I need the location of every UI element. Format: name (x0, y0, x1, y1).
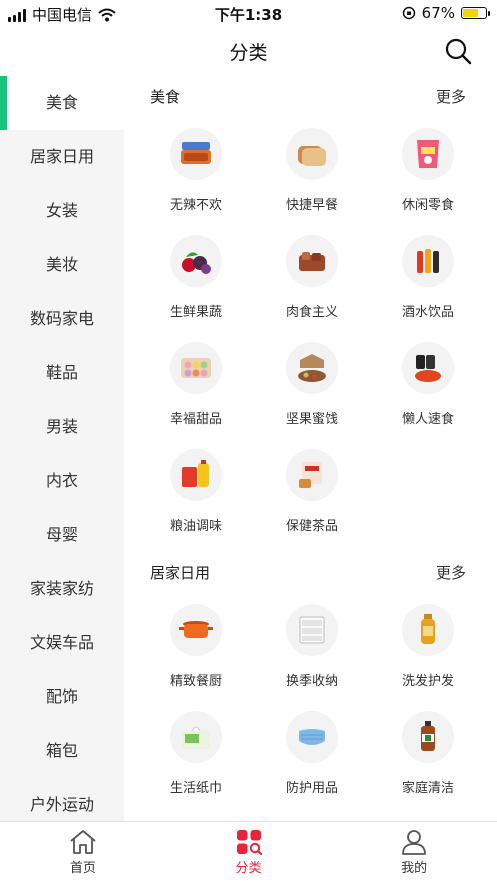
subcategory-label: 幸福甜品 (169, 412, 222, 427)
search-icon[interactable] (443, 36, 473, 66)
subcategory-label: 肉食主义 (285, 305, 338, 320)
sidebar-item-2[interactable]: 女装 (0, 184, 124, 238)
subcategory-label: 洗发护发 (401, 674, 454, 689)
subcategory-label: 懒人速食 (401, 412, 454, 427)
bread-icon (286, 128, 338, 180)
tea-icon (286, 449, 338, 501)
snack-bag-icon (402, 128, 454, 180)
tab-category-label: 分类 (235, 861, 262, 876)
subcategory-grid: 无辣不欢 快捷早餐 休闲零食生鲜果蔬 肉食主义 酒水饮品幸福甜品 坚果蜜饯 懒人速食粮油调味… (124, 114, 497, 542)
subcategory-label: 家庭清洁 (401, 781, 454, 796)
profile-icon (402, 830, 427, 855)
subcategory-label: 坚果蜜饯 (285, 412, 338, 427)
storage-drawer-icon (286, 604, 338, 656)
subcategory-item[interactable]: 坚果蜜饯 (254, 328, 370, 435)
nut-box-icon (286, 342, 338, 394)
page-title: 分类 (229, 42, 268, 64)
header: 分类 (0, 26, 497, 76)
fruit-icon (170, 235, 222, 287)
section-header: 居家日用 更多 (124, 552, 497, 590)
subcategory-label: 换季收纳 (285, 674, 338, 689)
rice-oil-icon (170, 449, 222, 501)
tab-category[interactable]: 分类 (166, 822, 332, 883)
tab-home-label: 首页 (69, 861, 96, 876)
tab-bar: 首页 分类 我的 (0, 821, 497, 883)
subcategory-grid: 精致餐厨 换季收纳 洗发护发生活纸巾 防护用品 家庭清洁 (124, 590, 497, 804)
status-bar: 中国电信 下午1:38 67% (0, 0, 497, 26)
section-title: 居家日用 (150, 564, 211, 582)
macaron-icon (170, 342, 222, 394)
subcategory-item[interactable]: 洗发护发 (370, 590, 486, 697)
subcategory-label: 精致餐厨 (169, 674, 222, 689)
subcategory-label: 粮油调味 (169, 519, 222, 534)
tab-profile[interactable]: 我的 (331, 822, 497, 883)
subcategory-item[interactable]: 换季收纳 (254, 590, 370, 697)
subcategory-item[interactable]: 快捷早餐 (254, 114, 370, 221)
sidebar-item-11[interactable]: 配饰 (0, 670, 124, 724)
more-link[interactable]: 更多 (436, 86, 466, 107)
subcategory-item[interactable]: 酒水饮品 (370, 221, 486, 328)
meat-icon (286, 235, 338, 287)
subcategory-label: 生活纸巾 (169, 781, 222, 796)
subcategory-item[interactable]: 粮油调味 (138, 435, 254, 542)
subcategory-label: 休闲零食 (401, 198, 454, 213)
subcategory-label: 保健茶品 (285, 519, 338, 534)
home-icon (70, 830, 96, 854)
subcategory-label: 快捷早餐 (285, 198, 338, 213)
tissue-pack-icon (170, 711, 222, 763)
subcategory-item[interactable]: 肉食主义 (254, 221, 370, 328)
sidebar-item-1[interactable]: 居家日用 (0, 130, 124, 184)
battery-icon (461, 7, 490, 19)
sidebar-item-9[interactable]: 家装家纺 (0, 562, 124, 616)
orientation-lock-icon (402, 6, 415, 20)
shampoo-bottle-icon (402, 604, 454, 656)
sidebar-item-8[interactable]: 母婴 (0, 508, 124, 562)
tab-home[interactable]: 首页 (0, 822, 166, 883)
cleaner-bottle-icon (402, 711, 454, 763)
sidebar-item-5[interactable]: 鞋品 (0, 346, 124, 400)
spicy-food-icon (170, 128, 222, 180)
sidebar-item-0[interactable]: 美食 (0, 76, 124, 130)
subcategory-item[interactable]: 无辣不欢 (138, 114, 254, 221)
subcategory-item[interactable]: 家庭清洁 (370, 697, 486, 804)
subcategory-item[interactable]: 精致餐厨 (138, 590, 254, 697)
sidebar-item-13[interactable]: 户外运动 (0, 778, 124, 822)
sidebar-item-4[interactable]: 数码家电 (0, 292, 124, 346)
sidebar-item-3[interactable]: 美妆 (0, 238, 124, 292)
subcategory-item[interactable]: 生鲜果蔬 (138, 221, 254, 328)
subcategory-item[interactable]: 懒人速食 (370, 328, 486, 435)
cooking-pot-icon (170, 604, 222, 656)
subcategory-item[interactable]: 保健茶品 (254, 435, 370, 542)
subcategory-item[interactable]: 幸福甜品 (138, 328, 254, 435)
instant-noodle-icon (402, 342, 454, 394)
category-content: 美食 更多 无辣不欢 快捷早餐 休闲零食 生鲜果蔬 肉食主义 酒水饮品 幸福甜品 坚果蜜饯 懒人速食… (124, 76, 497, 822)
subcategory-label: 防护用品 (285, 781, 338, 796)
section-title: 美食 (150, 88, 181, 106)
battery-percent: 67% (421, 4, 455, 22)
sidebar-item-10[interactable]: 文娱车品 (0, 616, 124, 670)
category-icon (236, 830, 262, 855)
category-sidebar: 美食 居家日用 女装 美妆 数码家电 鞋品 男装 内衣 母婴 家装家纺 文娱车品 配饰 箱包 户外运动 (0, 76, 124, 822)
drink-bottles-icon (402, 235, 454, 287)
tab-profile-label: 我的 (401, 861, 428, 876)
subcategory-item[interactable]: 休闲零食 (370, 114, 486, 221)
section-header: 美食 更多 (124, 76, 497, 114)
subcategory-label: 生鲜果蔬 (169, 305, 222, 320)
subcategory-label: 无辣不欢 (169, 198, 222, 213)
subcategory-item[interactable]: 防护用品 (254, 697, 370, 804)
more-link[interactable]: 更多 (436, 562, 466, 583)
face-mask-icon (286, 711, 338, 763)
sidebar-item-6[interactable]: 男装 (0, 400, 124, 454)
subcategory-item[interactable]: 生活纸巾 (138, 697, 254, 804)
sidebar-item-7[interactable]: 内衣 (0, 454, 124, 508)
subcategory-label: 酒水饮品 (401, 305, 454, 320)
sidebar-item-12[interactable]: 箱包 (0, 724, 124, 778)
